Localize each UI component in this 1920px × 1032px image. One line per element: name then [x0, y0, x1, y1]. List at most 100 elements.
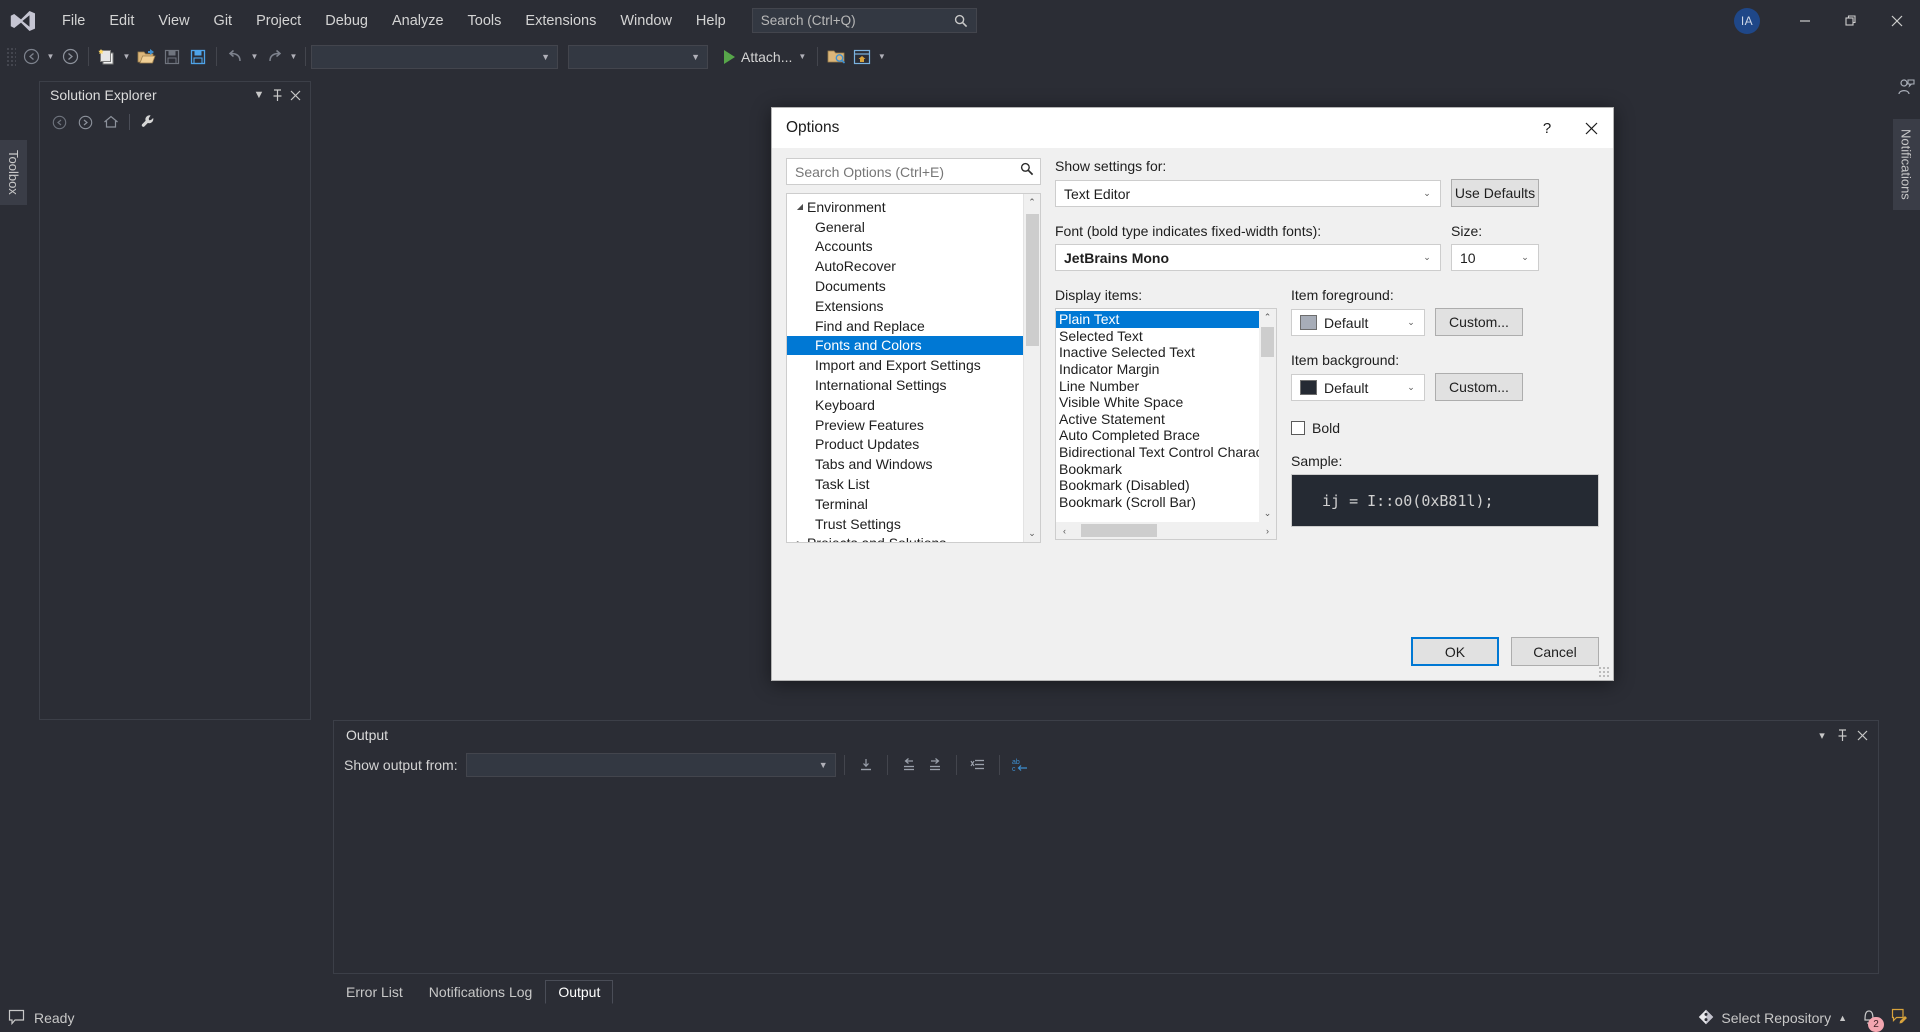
solution-platform-combo[interactable]: ▼: [568, 45, 708, 69]
options-search-input[interactable]: Search Options (Ctrl+E): [786, 158, 1041, 185]
scroll-up-icon[interactable]: ⌃: [1024, 194, 1040, 211]
use-defaults-button[interactable]: Use Defaults: [1451, 179, 1539, 207]
dialog-help-button[interactable]: ?: [1525, 108, 1569, 148]
minimize-button[interactable]: [1782, 0, 1828, 41]
tree-node-general[interactable]: General: [787, 217, 1040, 237]
tree-node-find-and-replace[interactable]: Find and Replace: [787, 316, 1040, 336]
toolbox-tab[interactable]: Toolbox: [0, 140, 27, 205]
dialog-close-button[interactable]: [1569, 108, 1613, 148]
chevron-down-icon[interactable]: ▼: [250, 85, 268, 105]
find-message-icon[interactable]: [853, 753, 879, 777]
clear-all-icon[interactable]: [965, 753, 991, 777]
navigate-back-icon[interactable]: [18, 44, 44, 69]
tree-node-preview-features[interactable]: Preview Features: [787, 415, 1040, 435]
display-item-auto-completed-brace[interactable]: Auto Completed Brace: [1056, 427, 1276, 444]
hscrollbar-thumb[interactable]: [1081, 524, 1157, 537]
show-output-from-combo[interactable]: ▼: [466, 753, 836, 777]
menu-project[interactable]: Project: [244, 9, 313, 33]
tree-node-projects-and-solutions[interactable]: ▷Projects and Solutions: [787, 534, 1040, 543]
menu-debug[interactable]: Debug: [313, 9, 380, 33]
tree-node-trust-settings[interactable]: Trust Settings: [787, 514, 1040, 534]
scroll-down-icon[interactable]: ⌄: [1024, 525, 1040, 542]
redo-icon[interactable]: [261, 44, 287, 69]
home-icon[interactable]: [99, 111, 123, 133]
attach-button[interactable]: Attach... ▼: [718, 44, 812, 69]
display-item-visible-white-space[interactable]: Visible White Space: [1056, 394, 1276, 411]
open-folder-icon[interactable]: [133, 44, 159, 69]
tree-node-product-updates[interactable]: Product Updates: [787, 435, 1040, 455]
display-items-horizontal-scrollbar[interactable]: ‹ ›: [1056, 522, 1276, 539]
size-combo[interactable]: 10 ⌄: [1451, 244, 1539, 271]
hscroll-track[interactable]: [1073, 522, 1259, 539]
undo-dropdown[interactable]: ▼: [248, 44, 261, 69]
item-background-custom-button[interactable]: Custom...: [1435, 373, 1523, 401]
undo-icon[interactable]: [222, 44, 248, 69]
menu-window[interactable]: Window: [608, 9, 684, 33]
quick-search-input[interactable]: Search (Ctrl+Q): [752, 8, 977, 33]
scroll-up-icon-2[interactable]: ⌃: [1259, 309, 1276, 326]
options-category-tree[interactable]: ◢Environment General Accounts AutoRecove…: [786, 193, 1041, 543]
pin-icon[interactable]: [268, 85, 286, 105]
word-wrap-icon[interactable]: abc: [1008, 753, 1034, 777]
display-item-bidirectional-text-control-characters[interactable]: Bidirectional Text Control Charact: [1056, 444, 1276, 461]
item-background-combo[interactable]: Default ⌄: [1291, 374, 1425, 401]
tree-vertical-scrollbar[interactable]: ⌃ ⌄: [1023, 194, 1040, 542]
redo-dropdown[interactable]: ▼: [287, 44, 300, 69]
notifications-bell-button[interactable]: 2: [1861, 1008, 1877, 1028]
folder-search-icon[interactable]: [823, 44, 849, 69]
display-item-inactive-selected-text[interactable]: Inactive Selected Text: [1056, 344, 1276, 361]
save-all-icon[interactable]: [185, 44, 211, 69]
menu-analyze[interactable]: Analyze: [380, 9, 456, 33]
menu-edit[interactable]: Edit: [97, 9, 146, 33]
new-project-dropdown[interactable]: ▼: [120, 44, 133, 69]
close-icon[interactable]: [1852, 730, 1872, 741]
bold-checkbox[interactable]: [1291, 421, 1305, 435]
display-item-bookmark-scroll-bar[interactable]: Bookmark (Scroll Bar): [1056, 494, 1276, 511]
tab-notifications-log[interactable]: Notifications Log: [416, 980, 546, 1004]
item-foreground-combo[interactable]: Default ⌄: [1291, 309, 1425, 336]
scrollbar-thumb[interactable]: [1026, 214, 1039, 346]
menu-file[interactable]: File: [50, 9, 97, 33]
navigate-back-dropdown[interactable]: ▼: [44, 44, 57, 69]
go-to-previous-icon[interactable]: [896, 753, 922, 777]
resize-grip[interactable]: [1598, 666, 1610, 678]
ok-button[interactable]: OK: [1411, 637, 1499, 666]
attach-dropdown-icon[interactable]: ▼: [798, 52, 806, 61]
select-repository-button[interactable]: Select Repository ▲: [1698, 1009, 1847, 1028]
navigate-forward-icon[interactable]: [57, 44, 83, 69]
tree-node-documents[interactable]: Documents: [787, 276, 1040, 296]
go-to-next-icon[interactable]: [922, 753, 948, 777]
notifications-tab[interactable]: Notifications: [1893, 119, 1920, 210]
toolbar-grip[interactable]: [6, 47, 16, 67]
display-item-active-statement[interactable]: Active Statement: [1056, 411, 1276, 428]
display-item-plain-text[interactable]: Plain Text: [1056, 311, 1276, 328]
tree-node-extensions[interactable]: Extensions: [787, 296, 1040, 316]
tab-error-list[interactable]: Error List: [333, 980, 416, 1004]
cancel-button[interactable]: Cancel: [1511, 637, 1599, 666]
send-feedback-button[interactable]: [1891, 1008, 1908, 1028]
tree-node-terminal[interactable]: Terminal: [787, 494, 1040, 514]
tree-node-keyboard[interactable]: Keyboard: [787, 395, 1040, 415]
output-text-area[interactable]: [334, 781, 1878, 973]
display-item-indicator-margin[interactable]: Indicator Margin: [1056, 361, 1276, 378]
display-items-vertical-scrollbar[interactable]: ⌃ ⌄: [1259, 309, 1276, 522]
font-combo[interactable]: JetBrains Mono ⌄: [1055, 244, 1441, 271]
scroll-left-icon[interactable]: ‹: [1056, 522, 1073, 539]
tree-node-import-and-export-settings[interactable]: Import and Export Settings: [787, 355, 1040, 375]
menu-tools[interactable]: Tools: [456, 9, 514, 33]
display-item-line-number[interactable]: Line Number: [1056, 377, 1276, 394]
wrench-icon[interactable]: [136, 111, 160, 133]
close-button[interactable]: [1874, 0, 1920, 41]
solution-configuration-combo[interactable]: ▼: [311, 45, 558, 69]
menu-git[interactable]: Git: [202, 9, 245, 33]
tab-output[interactable]: Output: [545, 980, 613, 1004]
tree-node-fonts-and-colors[interactable]: Fonts and Colors: [787, 336, 1040, 356]
new-project-icon[interactable]: [94, 44, 120, 69]
item-foreground-custom-button[interactable]: Custom...: [1435, 308, 1523, 336]
pin-icon[interactable]: [1832, 729, 1852, 742]
restore-button[interactable]: [1828, 0, 1874, 41]
save-icon[interactable]: [159, 44, 185, 69]
person-feedback-icon[interactable]: [1897, 78, 1915, 101]
menu-view[interactable]: View: [146, 9, 201, 33]
tree-node-accounts[interactable]: Accounts: [787, 237, 1040, 257]
